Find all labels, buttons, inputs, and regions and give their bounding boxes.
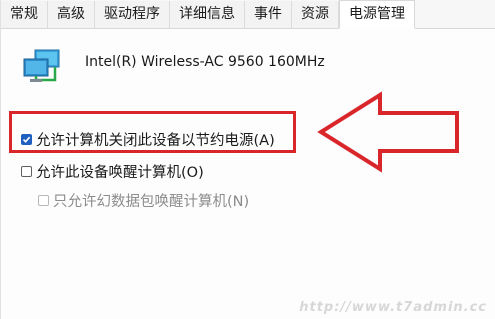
highlight-box <box>9 111 296 153</box>
tab-advanced[interactable]: 高级 <box>48 1 95 28</box>
watermark-text: http://www.t7admin.cc <box>299 300 487 315</box>
tab-events[interactable]: 事件 <box>245 1 292 28</box>
device-header: Intel(R) Wireless-AC 9560 160MHz <box>21 46 325 84</box>
tab-general[interactable]: 常规 <box>1 1 48 28</box>
allow-wake-option[interactable]: 允许此设备唤醒计算机(O) <box>21 161 204 182</box>
allow-wake-checkbox[interactable] <box>21 166 32 177</box>
network-adapter-icon <box>23 49 60 82</box>
tab-resources[interactable]: 资源 <box>292 1 339 28</box>
magic-packet-option: 只允许幻数据包唤醒计算机(N) <box>38 190 249 211</box>
tab-details[interactable]: 详细信息 <box>170 1 245 28</box>
tab-bar: 常规 高级 驱动程序 详细信息 事件 资源 电源管理 <box>1 0 495 29</box>
device-name: Intel(R) Wireless-AC 9560 160MHz <box>85 54 325 70</box>
tab-driver[interactable]: 驱动程序 <box>95 1 170 28</box>
magic-packet-label: 只允许幻数据包唤醒计算机(N) <box>53 194 250 210</box>
device-properties-window: 常规 高级 驱动程序 详细信息 事件 资源 电源管理 Intel(R) Wire… <box>0 0 495 319</box>
magic-packet-checkbox <box>38 195 49 206</box>
allow-wake-label: 允许此设备唤醒计算机(O) <box>36 165 204 181</box>
tab-power-management[interactable]: 电源管理 <box>339 0 415 29</box>
